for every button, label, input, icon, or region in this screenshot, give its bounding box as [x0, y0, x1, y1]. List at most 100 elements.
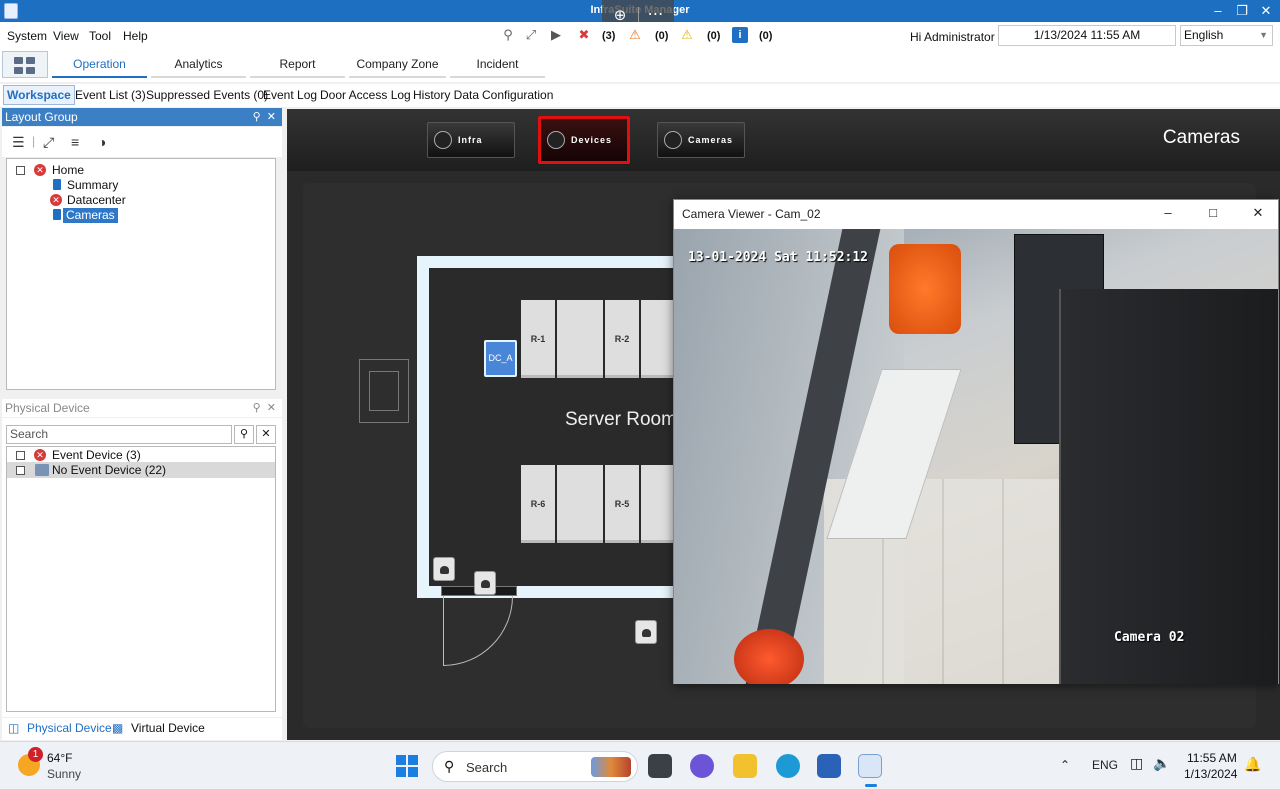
- info-icon[interactable]: i: [732, 27, 748, 43]
- layout-group-header: Layout Group ⚲ ✕: [2, 108, 282, 126]
- play-icon[interactable]: ▶: [548, 27, 564, 43]
- rack[interactable]: [641, 465, 673, 543]
- list-icon[interactable]: ☰: [12, 134, 25, 151]
- nav-cameras-button[interactable]: Cameras: [657, 122, 745, 158]
- nav-devices-button[interactable]: Devices: [538, 116, 630, 164]
- expand-icon[interactable]: ⤢: [43, 134, 54, 151]
- page-label: Cameras: [1162, 127, 1240, 148]
- close-button[interactable]: ✕: [1248, 205, 1268, 221]
- subtab-door-access-log[interactable]: Door Access Log: [320, 88, 411, 102]
- language-select[interactable]: English ▼: [1180, 25, 1273, 46]
- rack[interactable]: [641, 300, 673, 378]
- tab-incident[interactable]: Incident: [450, 54, 545, 78]
- file-explorer-icon[interactable]: [733, 754, 757, 778]
- tree-node-summary[interactable]: Summary: [67, 178, 118, 193]
- menu-system[interactable]: System: [7, 29, 47, 43]
- camera-marker[interactable]: [474, 571, 496, 595]
- weather-temp: 64°F: [47, 751, 73, 765]
- expand-icon[interactable]: [16, 466, 25, 475]
- layout-grid-button[interactable]: [2, 51, 48, 78]
- taskbar-search[interactable]: ⚲ Search: [432, 751, 638, 782]
- subtab-history-data[interactable]: History Data: [413, 88, 479, 102]
- minimize-button[interactable]: –: [1158, 205, 1178, 220]
- datetime-display: 1/13/2024 11:55 AM: [998, 25, 1176, 46]
- clock-date[interactable]: 1/13/2024: [1184, 767, 1237, 781]
- rack[interactable]: [557, 465, 603, 543]
- tab-virtual-device[interactable]: Virtual Device: [131, 721, 205, 735]
- search-icon[interactable]: ⚲: [234, 425, 254, 444]
- tree-node-home[interactable]: Home: [52, 163, 84, 178]
- dc-a-device[interactable]: DC_A: [484, 340, 517, 377]
- task-view-icon[interactable]: [648, 754, 672, 778]
- critical-alert-icon[interactable]: ✖: [576, 27, 592, 43]
- camera-feed[interactable]: 13-01-2024 Sat 11:52:12 Camera 02: [674, 229, 1278, 684]
- device-search-input[interactable]: Search: [6, 425, 232, 444]
- physical-device-title: Physical Device: [5, 401, 90, 415]
- pin-icon[interactable]: ⚲: [500, 27, 516, 43]
- camera-viewer-window: Camera Viewer - Cam_02 – □ ✕ 13-01-2024 …: [673, 199, 1279, 684]
- clock-time[interactable]: 11:55 AM: [1187, 751, 1237, 765]
- tab-operation[interactable]: Operation: [52, 54, 147, 78]
- subtab-suppressed-events[interactable]: Suppressed Events (0): [146, 88, 268, 102]
- rack[interactable]: R-2: [605, 300, 639, 378]
- close-icon[interactable]: ✕: [267, 402, 276, 414]
- info-count: (0): [759, 30, 773, 42]
- warning-yellow-icon[interactable]: ⚠: [679, 27, 695, 43]
- camera-marker[interactable]: [635, 620, 657, 644]
- menu-help[interactable]: Help: [123, 29, 148, 43]
- menu-tool[interactable]: Tool: [89, 29, 111, 43]
- restore-button[interactable]: ❐: [1230, 1, 1254, 21]
- minimize-button[interactable]: –: [1206, 1, 1230, 21]
- camera-window-title: Camera Viewer - Cam_02: [682, 207, 821, 221]
- menu-view[interactable]: View: [53, 29, 79, 43]
- start-button[interactable]: [396, 755, 418, 777]
- device-icon: [547, 131, 565, 149]
- notification-bell-icon[interactable]: 🔔: [1244, 756, 1261, 773]
- device-search: Search ⚲ ✕: [6, 425, 276, 444]
- tab-report[interactable]: Report: [250, 54, 345, 78]
- subtab-workspace[interactable]: Workspace: [3, 85, 75, 105]
- camera-marker[interactable]: [433, 557, 455, 581]
- chevron-up-icon[interactable]: ⌃: [1060, 758, 1070, 772]
- rack[interactable]: [557, 300, 603, 378]
- weather-desc: Sunny: [47, 767, 82, 781]
- subtab-event-list[interactable]: Event List (3): [75, 88, 146, 102]
- rack[interactable]: R-6: [521, 465, 555, 543]
- subtab-event-log[interactable]: Event Log: [263, 88, 317, 102]
- close-icon[interactable]: ✕: [267, 111, 276, 123]
- store-icon[interactable]: [817, 754, 841, 778]
- edge-icon[interactable]: [776, 754, 800, 778]
- tab-analytics[interactable]: Analytics: [151, 54, 246, 78]
- subtab-configuration[interactable]: Configuration: [482, 88, 553, 102]
- search-icon: ⚲: [444, 758, 455, 774]
- warning-orange-count: (0): [655, 30, 669, 42]
- clear-icon[interactable]: ✕: [256, 425, 276, 444]
- maximize-button[interactable]: □: [1203, 205, 1223, 220]
- fullscreen-icon[interactable]: ⤢: [523, 27, 539, 43]
- input-language[interactable]: ENG: [1092, 758, 1118, 772]
- rack[interactable]: R-1: [521, 300, 555, 378]
- warning-orange-icon[interactable]: ⚠: [627, 27, 643, 43]
- chat-icon[interactable]: [690, 754, 714, 778]
- contrast-icon[interactable]: ◑: [98, 134, 106, 150]
- tree-node-datacenter[interactable]: Datacenter: [67, 193, 126, 208]
- collapse-icon[interactable]: [16, 166, 25, 175]
- tab-physical-device[interactable]: Physical Device: [27, 721, 112, 735]
- pin-icon[interactable]: ⚲: [253, 402, 261, 414]
- expand-icon[interactable]: [16, 451, 25, 460]
- tree-node-cameras[interactable]: Cameras: [63, 208, 118, 223]
- weather-badge: 1: [28, 747, 43, 762]
- close-button[interactable]: ✕: [1254, 1, 1278, 21]
- nav-infra-button[interactable]: Infra: [427, 122, 515, 158]
- network-icon[interactable]: ◫: [1130, 755, 1143, 772]
- server-rack: [1059, 289, 1278, 684]
- infrasuite-app-icon[interactable]: [858, 754, 882, 787]
- pin-icon[interactable]: ⚲: [253, 111, 261, 123]
- tab-company-zone[interactable]: Company Zone: [349, 54, 446, 78]
- rack[interactable]: R-5: [605, 465, 639, 543]
- camera-name: Camera 02: [1114, 630, 1185, 645]
- tree-node-event-device[interactable]: Event Device (3): [52, 448, 141, 463]
- volume-icon[interactable]: 🔈: [1153, 755, 1170, 772]
- tree-node-no-event-device[interactable]: No Event Device (22): [52, 463, 166, 478]
- align-icon[interactable]: ≡: [71, 134, 79, 150]
